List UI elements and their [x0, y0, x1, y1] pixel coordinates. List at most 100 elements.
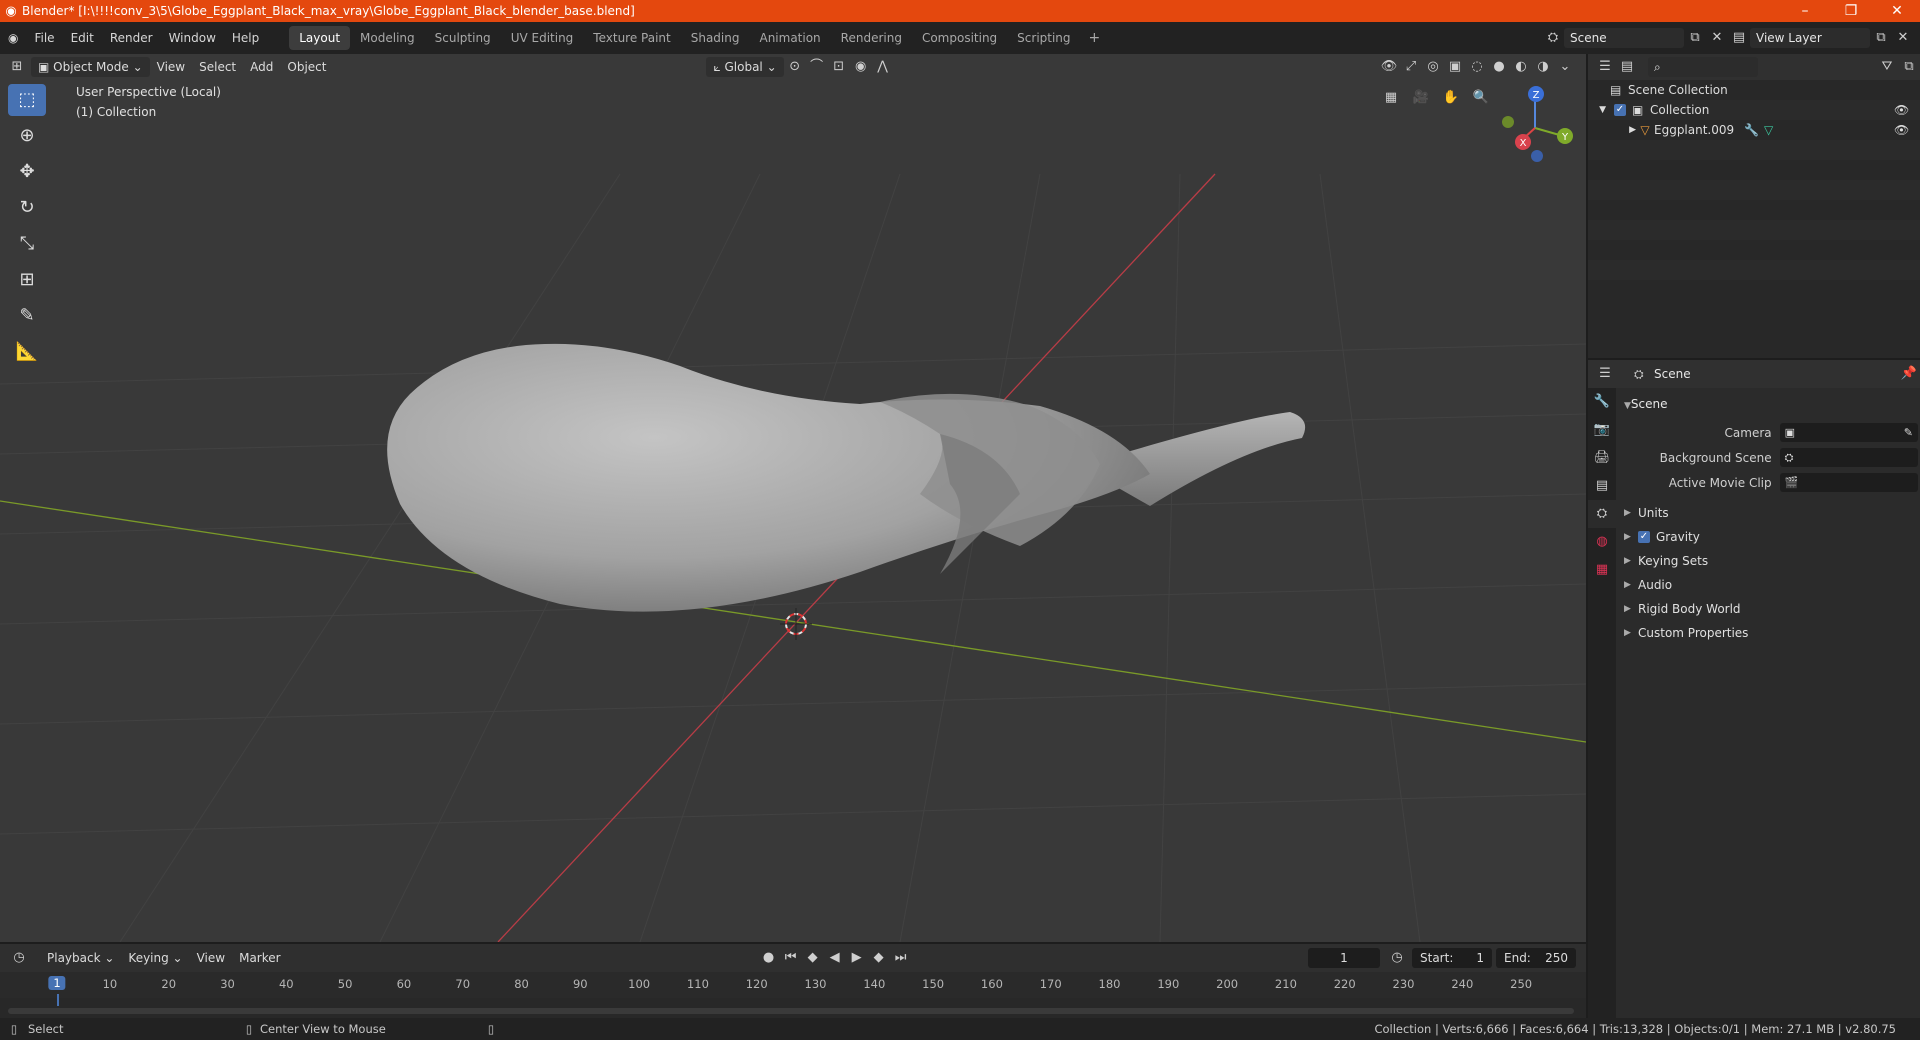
- output-tab-icon[interactable]: 🖨: [1588, 444, 1616, 472]
- scene-browse-icon[interactable]: ⛭: [1542, 28, 1564, 48]
- add-workspace-button[interactable]: +: [1081, 30, 1109, 46]
- custom-properties-panel[interactable]: ▶ Custom Properties: [1618, 621, 1918, 645]
- solid-shading-icon[interactable]: ●: [1488, 57, 1510, 77]
- xray-toggle-icon[interactable]: ▣: [1444, 57, 1466, 77]
- outliner-search-input[interactable]: ⌕: [1648, 57, 1758, 77]
- scale-tool-icon[interactable]: ⤡: [8, 228, 46, 260]
- view-layer-tab-icon[interactable]: ▤: [1588, 472, 1616, 500]
- transform-tool-icon[interactable]: ⊞: [8, 264, 46, 296]
- jump-start-icon[interactable]: ⏮: [780, 948, 802, 968]
- new-scene-icon[interactable]: ⧉: [1684, 28, 1706, 48]
- background-scene-field[interactable]: ⛭: [1779, 448, 1918, 467]
- properties-editor-type-icon[interactable]: ☰: [1594, 364, 1616, 384]
- timeline-ruler[interactable]: 1 10 20 30 40 50 60 70 80 90 100 110 120 130 140 150 16…: [0, 972, 1586, 998]
- menu-object[interactable]: Object: [280, 57, 333, 77]
- rendered-shading-icon[interactable]: ◑: [1532, 57, 1554, 77]
- tab-animation[interactable]: Animation: [749, 26, 830, 50]
- zoom-view-icon[interactable]: 🔍: [1470, 88, 1492, 108]
- shading-options-icon[interactable]: ⌄: [1554, 57, 1576, 77]
- eyedropper-icon[interactable]: ✎: [1904, 426, 1913, 439]
- audio-panel[interactable]: ▶ Audio: [1618, 573, 1918, 597]
- tab-uv-editing[interactable]: UV Editing: [501, 26, 584, 50]
- collection-include-checkbox[interactable]: ✓: [1614, 104, 1626, 116]
- menu-render[interactable]: Render: [102, 26, 161, 50]
- outliner-row-eggplant[interactable]: ▶ ▽ Eggplant.009 🔧 ▽ 👁: [1588, 120, 1920, 140]
- tab-texture-paint[interactable]: Texture Paint: [583, 26, 680, 50]
- tool-tab-icon[interactable]: 🔧: [1588, 388, 1616, 416]
- measure-tool-icon[interactable]: 📐: [8, 336, 46, 368]
- camera-view-icon[interactable]: 🎥: [1410, 88, 1432, 108]
- proportional-edit-icon[interactable]: ◉: [850, 57, 872, 77]
- units-panel[interactable]: ▶ Units: [1618, 501, 1918, 525]
- menu-select[interactable]: Select: [192, 57, 243, 77]
- close-button[interactable]: ✕: [1874, 3, 1920, 19]
- play-reverse-icon[interactable]: ◀: [824, 948, 846, 968]
- tab-sculpting[interactable]: Sculpting: [425, 26, 501, 50]
- move-tool-icon[interactable]: ✥: [8, 156, 46, 188]
- expand-chevron-icon[interactable]: ▶: [1588, 120, 1636, 140]
- gizmo-toggle-icon[interactable]: ⤢: [1400, 57, 1422, 77]
- current-frame-field[interactable]: 1: [1308, 948, 1380, 968]
- expand-chevron-icon[interactable]: ▼: [1588, 100, 1606, 120]
- visibility-eye-icon[interactable]: 👁: [1894, 120, 1920, 140]
- blender-menu-icon[interactable]: ◉: [0, 26, 26, 50]
- prev-keyframe-icon[interactable]: ◆: [802, 948, 824, 968]
- tab-rendering[interactable]: Rendering: [831, 26, 912, 50]
- texture-tab-icon[interactable]: ▦: [1588, 556, 1616, 584]
- remove-view-layer-icon[interactable]: ✕: [1892, 28, 1914, 48]
- remove-scene-icon[interactable]: ✕: [1706, 28, 1728, 48]
- scene-name-field[interactable]: Scene: [1564, 28, 1684, 48]
- visibility-eye-icon[interactable]: 👁: [1894, 100, 1920, 120]
- render-tab-icon[interactable]: 📷: [1588, 416, 1616, 444]
- active-movie-clip-field[interactable]: 🎬: [1779, 473, 1918, 492]
- scene-tab-icon[interactable]: ⛭: [1588, 500, 1616, 528]
- object-mode-dropdown[interactable]: ▣ Object Mode ⌄: [31, 57, 150, 77]
- new-collection-icon[interactable]: ⧉: [1898, 57, 1920, 77]
- tab-scripting[interactable]: Scripting: [1007, 26, 1080, 50]
- menu-window[interactable]: Window: [161, 26, 224, 50]
- play-icon[interactable]: ▶: [846, 948, 868, 968]
- menu-add[interactable]: Add: [243, 57, 280, 77]
- editor-type-icon[interactable]: ⊞: [6, 57, 28, 77]
- pin-icon[interactable]: 📌: [1898, 364, 1920, 384]
- preview-range-icon[interactable]: ◷: [1386, 948, 1408, 968]
- start-frame-field[interactable]: Start: 1: [1412, 948, 1492, 968]
- outliner-row-scene-collection[interactable]: ▤ Scene Collection: [1588, 80, 1920, 100]
- visibility-icon[interactable]: 👁: [1378, 57, 1400, 77]
- end-frame-field[interactable]: End: 250: [1496, 948, 1576, 968]
- record-icon[interactable]: ●: [758, 948, 780, 968]
- gravity-panel[interactable]: ▶ ✓ Gravity: [1618, 525, 1918, 549]
- scene-panel-header[interactable]: ▼Scene: [1618, 392, 1918, 416]
- navigation-gizmo[interactable]: Z Y X: [1502, 86, 1573, 162]
- wireframe-shading-icon[interactable]: ◌: [1466, 57, 1488, 77]
- gravity-checkbox[interactable]: ✓: [1638, 531, 1650, 543]
- toggle-perspective-icon[interactable]: ▦: [1380, 88, 1402, 108]
- snap-target-icon[interactable]: ⊡: [828, 57, 850, 77]
- eggplant-mesh[interactable]: [387, 343, 1306, 612]
- view-layer-browse-icon[interactable]: ▤: [1728, 28, 1750, 48]
- snap-icon[interactable]: ⌒: [806, 57, 828, 77]
- next-keyframe-icon[interactable]: ◆: [868, 948, 890, 968]
- menu-marker[interactable]: Marker: [232, 948, 287, 968]
- pan-view-icon[interactable]: ✋: [1440, 88, 1462, 108]
- minimize-button[interactable]: –: [1782, 3, 1828, 19]
- annotate-tool-icon[interactable]: ✎: [8, 300, 46, 332]
- view-layer-field[interactable]: View Layer: [1750, 28, 1870, 48]
- transform-orientation-dropdown[interactable]: ⟀ Global ⌄: [706, 57, 784, 77]
- 3d-viewport[interactable]: Z Y X ⊞ ▣ Object Mode ⌄ View Select Add …: [0, 54, 1586, 942]
- material-shading-icon[interactable]: ◐: [1510, 57, 1532, 77]
- menu-playback[interactable]: Playback ⌄: [40, 948, 121, 968]
- menu-edit[interactable]: Edit: [63, 26, 102, 50]
- keying-sets-panel[interactable]: ▶ Keying Sets: [1618, 549, 1918, 573]
- display-mode-icon[interactable]: ▤: [1616, 57, 1638, 77]
- timeline-scrollbar[interactable]: [8, 1008, 1574, 1014]
- tab-compositing[interactable]: Compositing: [912, 26, 1007, 50]
- tab-shading[interactable]: Shading: [681, 26, 750, 50]
- outliner-editor-type-icon[interactable]: ☰: [1594, 57, 1616, 77]
- mesh-data-icon[interactable]: ▽: [1764, 120, 1894, 140]
- tab-modeling[interactable]: Modeling: [350, 26, 425, 50]
- menu-help[interactable]: Help: [224, 26, 267, 50]
- outliner-row-collection[interactable]: ▼ ✓ ▣ Collection 👁: [1588, 100, 1920, 120]
- maximize-button[interactable]: ❐: [1828, 3, 1874, 19]
- falloff-icon[interactable]: ⋀: [872, 57, 894, 77]
